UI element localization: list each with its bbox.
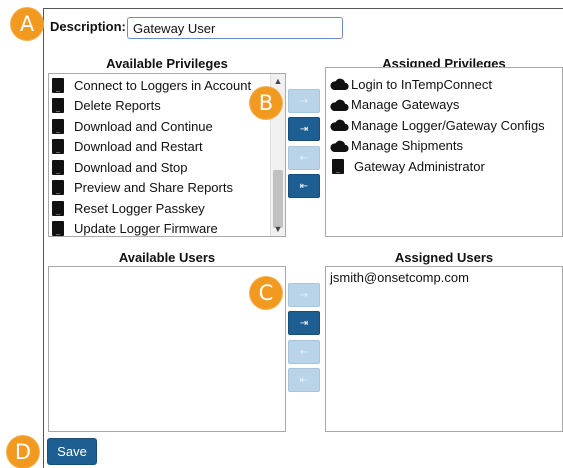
privilege-item[interactable]: Download and Stop <box>49 157 285 178</box>
privilege-item[interactable]: Download and Restart <box>49 137 285 158</box>
cloud-icon <box>329 77 349 91</box>
available-users-title: Available Users <box>118 250 216 265</box>
callout-a: A <box>11 8 43 40</box>
privilege-label: Manage Shipments <box>351 138 464 154</box>
add-all-privileges-button[interactable]: ⇥ <box>288 117 320 141</box>
device-icon <box>52 221 64 236</box>
privilege-label: Gateway Administrator <box>354 158 485 174</box>
remove-all-privileges-button[interactable]: ⇤ <box>288 174 320 198</box>
add-user-button[interactable]: → <box>288 283 320 307</box>
privilege-label: Delete Reports <box>74 98 161 114</box>
scroll-down-icon[interactable]: ▼ <box>271 222 285 236</box>
privilege-item[interactable]: Reset Logger Passkey <box>49 198 285 219</box>
privilege-item[interactable]: Manage Shipments <box>326 136 562 157</box>
privilege-label: Login to InTempConnect <box>351 76 492 92</box>
remove-all-users-button[interactable]: ⇤ <box>288 368 320 392</box>
device-icon <box>332 158 344 174</box>
privilege-label: Download and Continue <box>74 118 213 134</box>
scroll-up-icon[interactable]: ▲ <box>271 74 285 88</box>
scroll-thumb[interactable] <box>273 170 283 228</box>
device-icon <box>52 180 64 196</box>
privilege-item[interactable]: Manage Logger/Gateway Configs <box>326 115 562 136</box>
add-privilege-button[interactable]: → <box>288 89 320 113</box>
callout-c: C <box>250 277 282 309</box>
privilege-label: Manage Logger/Gateway Configs <box>351 117 545 133</box>
assigned-users-title: Assigned Users <box>394 250 494 265</box>
device-icon <box>52 118 64 134</box>
privilege-item[interactable]: Update Logger Firmware <box>49 219 285 237</box>
privilege-label: Manage Gateways <box>351 97 460 113</box>
device-icon <box>52 159 64 175</box>
remove-privilege-button[interactable]: ← <box>288 146 320 170</box>
device-icon <box>52 77 64 93</box>
privilege-item[interactable]: Manage Gateways <box>326 95 562 116</box>
privilege-item[interactable]: Download and Continue <box>49 116 285 137</box>
privilege-label: Update Logger Firmware <box>74 221 218 237</box>
privilege-item[interactable]: Preview and Share Reports <box>49 178 285 199</box>
description-input[interactable] <box>127 17 343 39</box>
privilege-label: Download and Restart <box>74 139 203 155</box>
callout-b: B <box>250 87 282 119</box>
privilege-label: Reset Logger Passkey <box>74 200 205 216</box>
remove-user-button[interactable]: ← <box>288 340 320 364</box>
description-label: Description: <box>50 19 126 34</box>
assigned-users-list[interactable]: jsmith@onsetcomp.com <box>325 266 563 432</box>
available-privileges-title: Available Privileges <box>106 56 228 71</box>
add-all-users-button[interactable]: ⇥ <box>288 311 320 335</box>
privilege-item[interactable]: Login to InTempConnect <box>326 74 562 95</box>
privilege-label: Connect to Loggers in Account <box>74 77 252 93</box>
privilege-item[interactable]: Gateway Administrator <box>326 156 562 177</box>
assigned-privileges-list[interactable]: Login to InTempConnect Manage Gateways Man… <box>325 67 563 237</box>
privilege-item[interactable]: Connect to Loggers in Account <box>49 75 285 96</box>
device-icon <box>52 98 64 114</box>
privilege-label: Preview and Share Reports <box>74 180 233 196</box>
cloud-icon <box>329 98 349 112</box>
device-icon <box>52 139 64 155</box>
cloud-icon <box>329 118 349 132</box>
save-button[interactable]: Save <box>47 438 97 465</box>
cloud-icon <box>329 139 349 153</box>
callout-d: D <box>7 436 39 468</box>
assigned-user-item[interactable]: jsmith@onsetcomp.com <box>326 267 562 288</box>
privilege-label: Download and Stop <box>74 159 188 175</box>
device-icon <box>52 200 64 216</box>
